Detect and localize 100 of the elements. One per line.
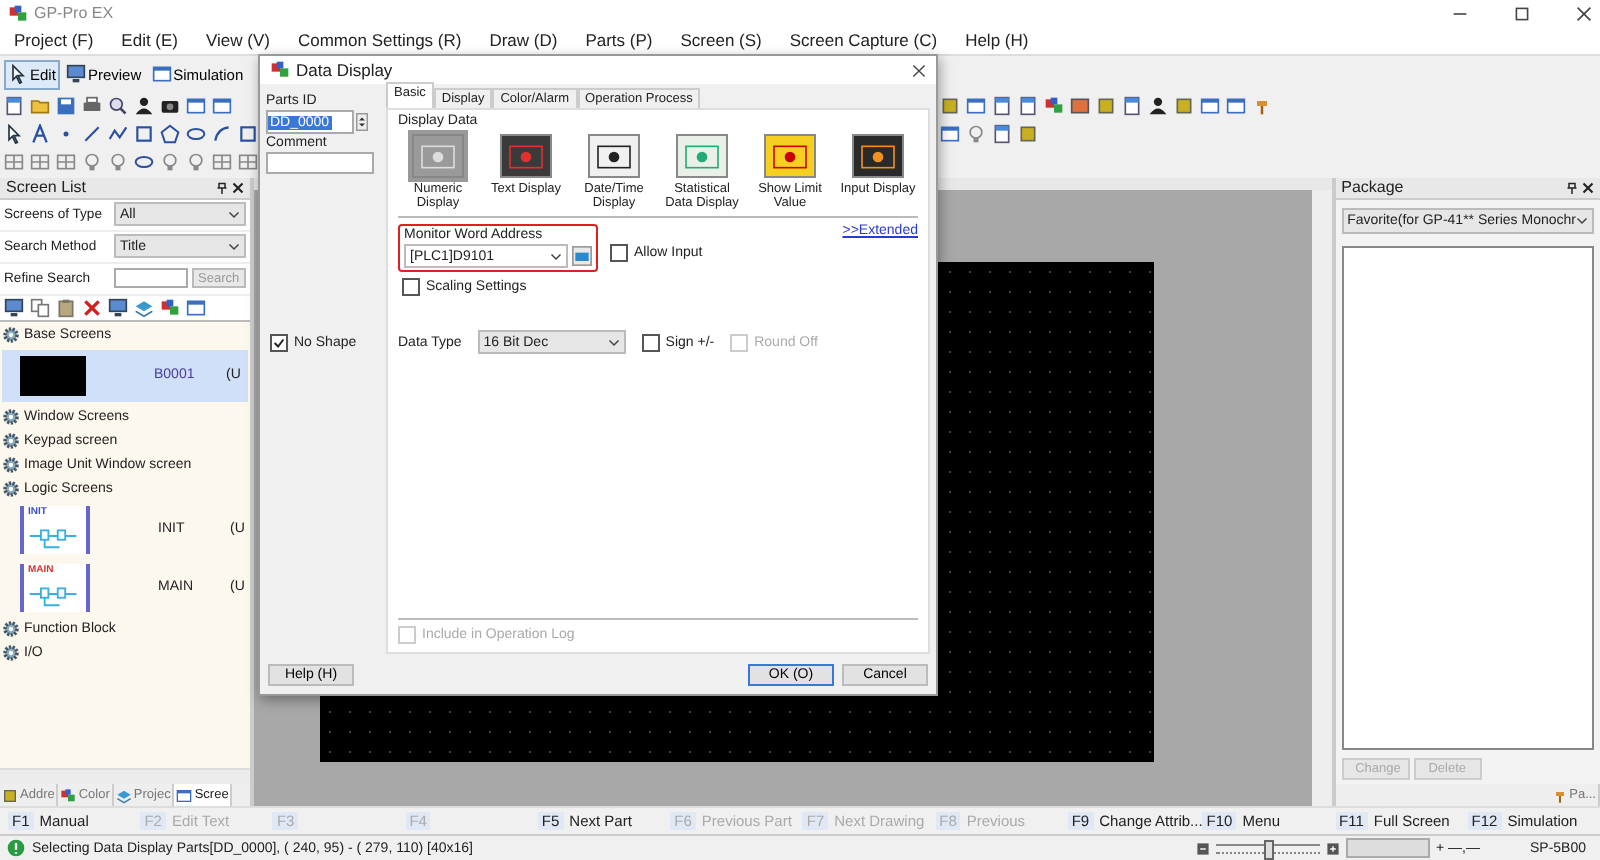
line-icon[interactable] [82,123,102,144]
cubes-icon[interactable] [160,297,180,318]
lamp-icon[interactable] [160,151,180,172]
caret-icon[interactable] [607,336,620,349]
window-icon[interactable] [966,95,986,116]
lamp-icon[interactable] [108,151,128,172]
grid-icon[interactable] [4,151,24,172]
menu-item[interactable]: Draw (D) [489,30,558,51]
chip-icon[interactable] [1096,95,1116,116]
zoom-out-icon[interactable] [1196,841,1210,856]
printer-icon[interactable] [82,95,102,116]
grid-icon[interactable] [56,151,76,172]
chip-icon[interactable] [2,787,18,804]
grid-icon[interactable] [212,151,232,172]
caret-icon[interactable] [550,250,562,263]
document-icon[interactable] [1122,95,1142,116]
chip-icon[interactable] [1018,123,1038,144]
colored-square-icon[interactable] [1070,95,1090,116]
display-screen-icon[interactable] [594,141,634,171]
close-icon[interactable] [1582,181,1594,194]
pin-icon[interactable] [215,181,228,194]
checkbox[interactable] [610,244,628,263]
arc-icon[interactable] [212,123,232,144]
person-icon[interactable] [134,95,154,116]
document-icon[interactable] [1018,95,1038,116]
window-icon[interactable] [212,95,232,116]
square-icon[interactable] [134,123,154,144]
menu-item[interactable]: Project (F) [14,30,94,51]
grid-icon[interactable] [30,151,50,172]
folder-icon[interactable] [30,95,50,116]
square-icon[interactable] [238,123,258,144]
magnifier-icon[interactable] [108,95,128,116]
person-icon[interactable] [1148,95,1168,116]
menu-item[interactable]: View (V) [206,30,270,51]
pentagon-icon[interactable] [160,123,180,144]
pointer-icon[interactable] [8,64,28,85]
camera-icon[interactable] [160,95,180,116]
hammer-icon[interactable] [1551,787,1568,804]
display-screen-icon[interactable] [858,141,898,171]
zoom-in-icon[interactable] [1326,841,1340,856]
lamp-icon[interactable] [82,151,102,172]
window-icon[interactable] [940,123,960,144]
spinner-icon[interactable] [356,112,368,132]
checkbox[interactable] [402,278,420,297]
delete-icon[interactable] [82,297,102,318]
browse-icon[interactable] [572,246,592,267]
lamp-icon[interactable] [186,151,206,172]
search-field[interactable] [114,268,188,289]
copy-icon[interactable] [30,297,50,318]
window-icon[interactable] [1200,95,1220,116]
cubes-icon[interactable] [60,787,77,804]
close-icon[interactable] [231,181,244,194]
layers-icon[interactable] [134,297,154,318]
zoom-field[interactable] [1346,838,1430,859]
package-list[interactable] [1341,245,1594,751]
menu-item[interactable]: Screen Capture (C) [789,30,938,51]
window-icon[interactable] [151,64,172,85]
scrollbar[interactable] [1311,189,1332,807]
caret-icon[interactable] [227,240,240,253]
menu-item[interactable]: Common Settings (R) [297,30,462,51]
monitor-icon[interactable] [108,297,128,318]
maximize-icon[interactable] [1514,5,1530,22]
chip-icon[interactable] [1174,95,1194,116]
menu-item[interactable]: Edit (E) [121,30,179,51]
close-icon[interactable] [912,63,926,77]
cubes-icon[interactable] [1044,95,1064,116]
monitor-icon[interactable] [4,297,24,318]
zoom-slider[interactable] [1216,843,1320,854]
window-icon[interactable] [186,297,206,318]
chip-icon[interactable] [940,95,960,116]
window-icon[interactable] [1226,95,1246,116]
menu-item[interactable]: Parts (P) [585,30,653,51]
save-icon[interactable] [56,95,76,116]
scrollbar[interactable] [0,768,250,785]
clipboard-icon[interactable] [56,297,76,318]
hammer-icon[interactable] [1252,95,1272,116]
window-icon[interactable] [186,95,206,116]
caret-icon[interactable] [227,208,240,221]
caret-icon[interactable] [1576,214,1588,227]
document-icon[interactable] [992,95,1012,116]
slider-thumb[interactable] [1264,839,1274,860]
menu-item[interactable]: Screen (S) [680,30,762,51]
pin-icon[interactable] [1566,181,1578,194]
pointer-icon[interactable] [4,123,24,144]
polyline-icon[interactable] [108,123,128,144]
monitor-icon[interactable] [65,64,86,85]
close-icon[interactable] [1576,5,1592,22]
lamp-icon[interactable] [966,123,986,144]
comment-field[interactable] [266,152,374,174]
window-icon[interactable] [176,787,193,804]
checkbox[interactable] [270,334,288,352]
checkbox[interactable] [641,333,660,352]
document-icon[interactable] [992,123,1012,144]
layers-icon[interactable] [115,787,132,804]
letter-icon[interactable] [30,123,50,144]
ellipse-icon[interactable] [186,123,206,144]
document-icon[interactable] [4,95,24,116]
menu-item[interactable]: Help (H) [965,30,1029,51]
ellipse-icon[interactable] [134,151,154,172]
grid-icon[interactable] [238,151,258,172]
